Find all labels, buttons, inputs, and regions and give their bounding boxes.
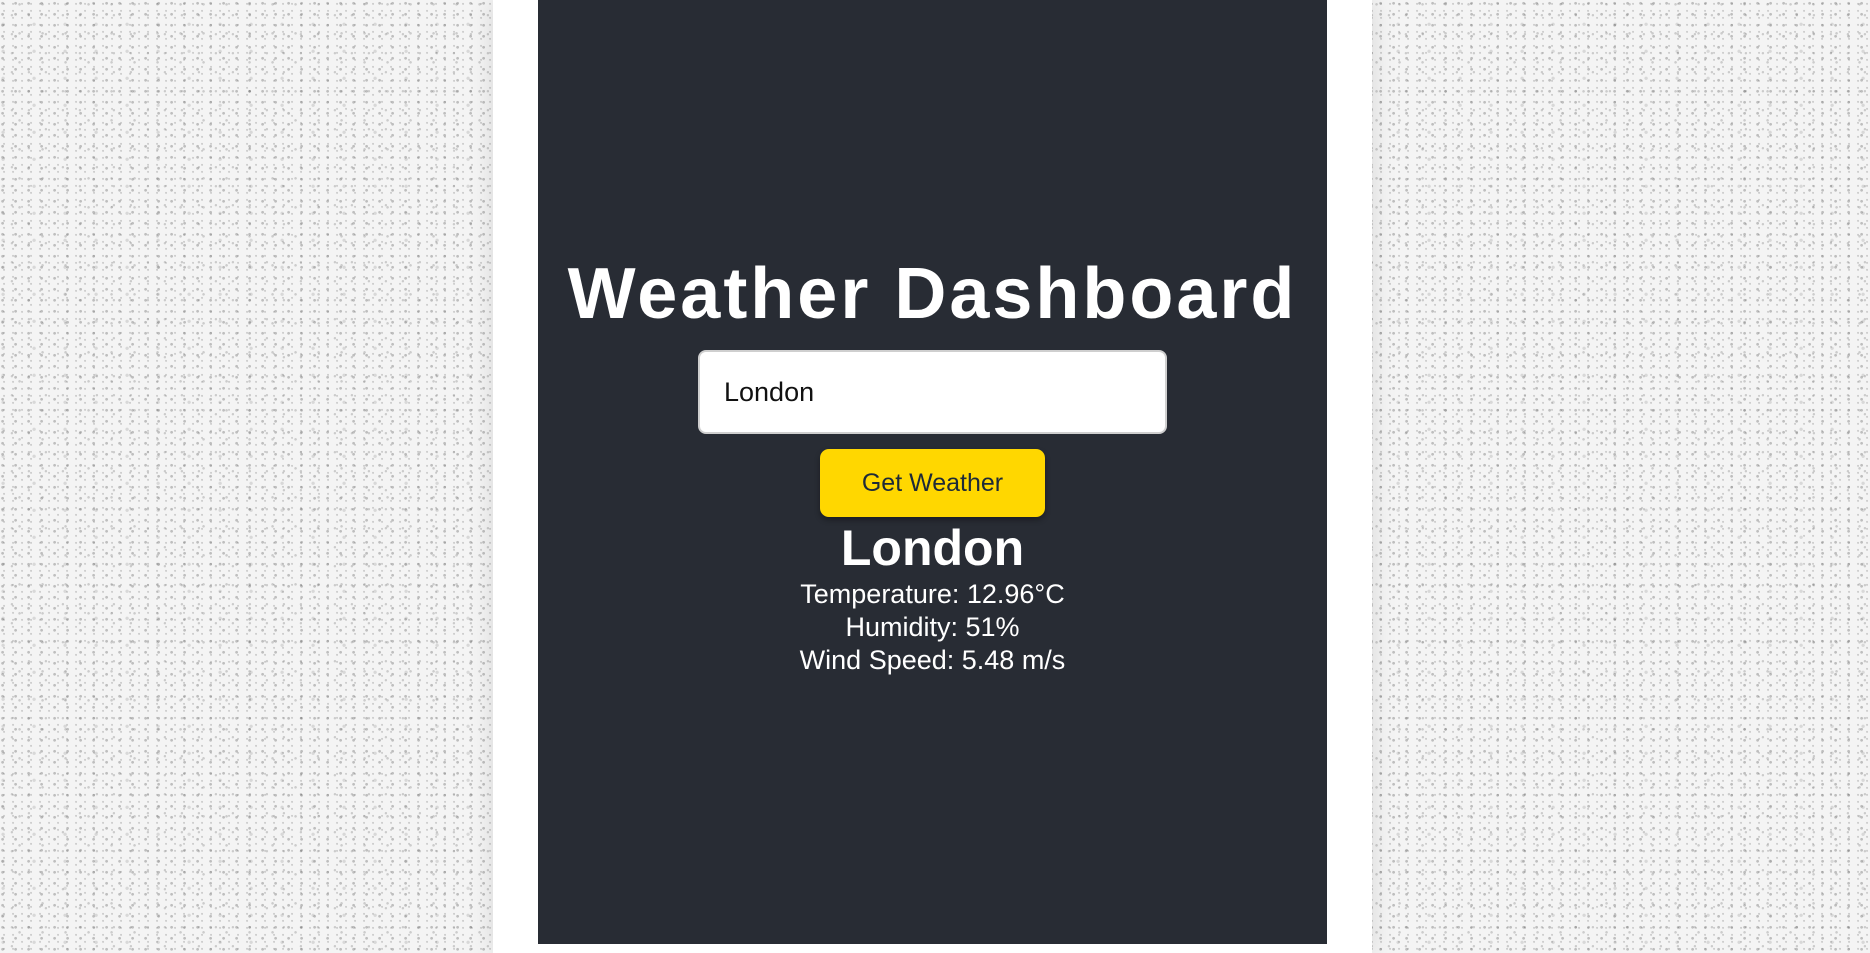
get-weather-button[interactable]: Get Weather [820, 449, 1045, 517]
temperature-text: Temperature: 12.96°C [800, 579, 1065, 609]
result-city-name: London [840, 520, 1025, 576]
wind-speed-text: Wind Speed: 5.48 m/s [799, 645, 1066, 675]
weather-dashboard-panel: Weather Dashboard Get Weather London Tem… [538, 0, 1327, 944]
city-search-input[interactable] [698, 350, 1167, 434]
humidity-text: Humidity: 51% [845, 612, 1020, 642]
page-frame: Weather Dashboard Get Weather London Tem… [493, 0, 1372, 953]
page-title: Weather Dashboard [567, 254, 1298, 334]
weather-result: London Temperature: 12.96°C Humidity: 51… [538, 518, 1327, 677]
